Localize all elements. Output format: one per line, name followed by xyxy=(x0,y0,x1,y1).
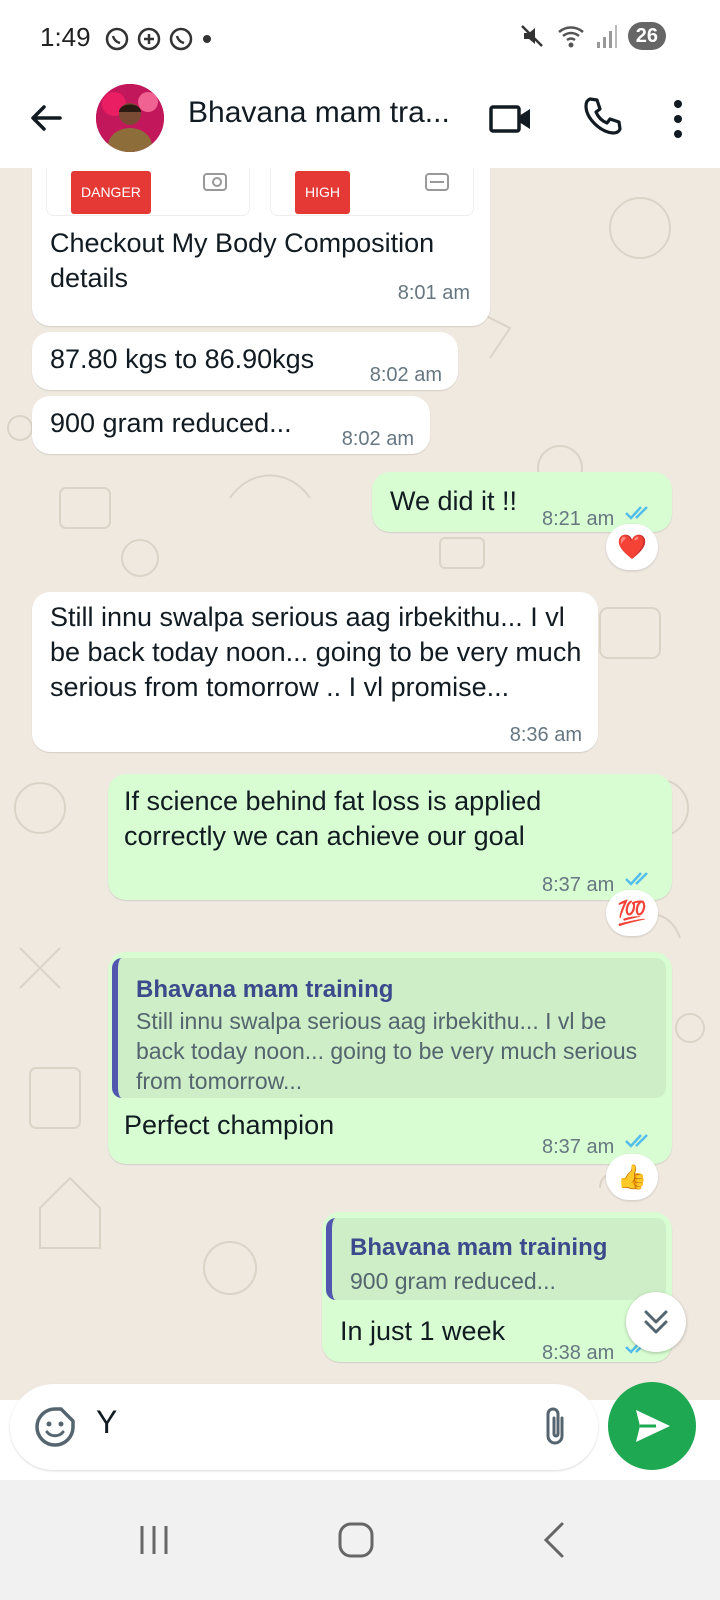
scroll-to-bottom-button[interactable] xyxy=(626,1292,686,1352)
avatar[interactable] xyxy=(96,84,164,152)
quote-author: Bhavana mam training xyxy=(136,976,394,1003)
message-time: 8:02 am xyxy=(341,428,414,450)
message-bubble-outgoing[interactable]: Bhavana mam training Still innu swalpa s… xyxy=(108,952,672,1164)
reaction-thumbs-up[interactable]: 👍 xyxy=(606,1154,658,1200)
double-chevron-down-icon xyxy=(644,1310,668,1334)
message-time: 8:01 am xyxy=(397,282,470,304)
reaction-heart[interactable]: ❤️ xyxy=(606,524,658,570)
message-list[interactable]: DANGER HIGH Checkout My Body Composition… xyxy=(0,168,720,1400)
notification-icons xyxy=(104,26,214,52)
read-receipt-icon xyxy=(625,872,648,886)
whatsapp-icon xyxy=(105,27,129,51)
paperclip-icon[interactable] xyxy=(540,1404,570,1448)
arrow-left-icon[interactable] xyxy=(24,96,68,140)
high-tag: HIGH xyxy=(295,171,350,214)
wifi-icon xyxy=(557,26,584,48)
message-text: If science behind fat loss is applied co… xyxy=(124,786,542,851)
quote-text: 900 gram reduced... xyxy=(350,1268,556,1294)
game-icon xyxy=(137,27,161,51)
dot-icon xyxy=(203,35,211,43)
card-stat-icon xyxy=(203,173,227,191)
message-text: Perfect champion xyxy=(124,1110,335,1140)
message-time: 8:36 am xyxy=(509,724,582,746)
message-bubble-outgoing[interactable]: Bhavana mam training 900 gram reduced...… xyxy=(322,1212,672,1364)
danger-tag: DANGER xyxy=(71,171,151,214)
quote-author: Bhavana mam training xyxy=(350,1234,608,1261)
quoted-message[interactable]: Bhavana mam training 900 gram reduced... xyxy=(326,1218,666,1300)
recent-apps-icon[interactable] xyxy=(132,1518,176,1562)
chat-title[interactable]: Bhavana mam tra... xyxy=(188,96,450,130)
system-nav-bar xyxy=(0,1480,720,1600)
card-stat-icon xyxy=(425,173,449,191)
phone-icon[interactable] xyxy=(580,94,624,138)
message-text: 87.80 kgs to 86.90kgs xyxy=(50,344,315,374)
read-receipt-icon xyxy=(625,1134,648,1148)
quoted-message[interactable]: Bhavana mam training Still innu swalpa s… xyxy=(112,958,666,1098)
message-time: 8:38 am xyxy=(542,1342,615,1364)
composer: Y xyxy=(0,1372,720,1480)
battery-level: 26 xyxy=(627,22,666,50)
message-input[interactable]: Y xyxy=(96,1404,117,1441)
system-icons: 26 xyxy=(518,22,666,50)
quote-text: Still innu swalpa serious aag irbekithu.… xyxy=(136,1008,638,1094)
message-bubble-incoming[interactable]: DANGER HIGH Checkout My Body Composition… xyxy=(32,168,490,326)
message-bubble-incoming[interactable]: 900 gram reduced... 8:02 am xyxy=(32,396,430,454)
message-time: 8:37 am xyxy=(542,1136,615,1158)
status-bar: 1:49 26 xyxy=(0,0,720,78)
more-vertical-icon[interactable] xyxy=(666,94,690,144)
mute-icon xyxy=(520,25,543,47)
message-bubble-incoming[interactable]: 87.80 kgs to 86.90kgs 8:02 am xyxy=(32,332,458,390)
read-receipt-icon xyxy=(625,506,648,520)
body-composition-card: DANGER xyxy=(46,168,250,216)
message-bubble-incoming[interactable]: Still innu swalpa serious aag irbekithu.… xyxy=(32,592,598,752)
chat-header: Bhavana mam tra... xyxy=(0,78,720,168)
message-time: 8:02 am xyxy=(369,364,442,386)
nav-back-icon[interactable] xyxy=(534,1518,578,1562)
home-icon[interactable] xyxy=(334,1518,378,1562)
message-time: 8:37 am xyxy=(542,874,615,896)
status-time: 1:49 xyxy=(40,22,91,52)
sticker-icon[interactable] xyxy=(34,1406,76,1448)
message-text: 900 gram reduced... xyxy=(50,408,292,438)
message-text: In just 1 week xyxy=(340,1316,506,1346)
whatsapp-icon xyxy=(169,27,193,51)
message-input-container[interactable]: Y xyxy=(10,1384,598,1470)
send-icon xyxy=(636,1410,670,1442)
video-call-icon[interactable] xyxy=(488,96,534,142)
message-time: 8:21 am xyxy=(542,508,615,530)
signal-icon xyxy=(596,25,617,48)
body-composition-card: HIGH xyxy=(270,168,474,216)
send-button[interactable] xyxy=(608,1382,696,1470)
reaction-hundred[interactable]: 💯 xyxy=(606,890,658,936)
message-text: We did it !! xyxy=(390,486,518,516)
message-text: Still innu swalpa serious aag irbekithu.… xyxy=(50,602,582,702)
message-bubble-outgoing[interactable]: If science behind fat loss is applied co… xyxy=(108,774,672,900)
message-bubble-outgoing[interactable]: We did it !! 8:21 am xyxy=(372,472,672,532)
